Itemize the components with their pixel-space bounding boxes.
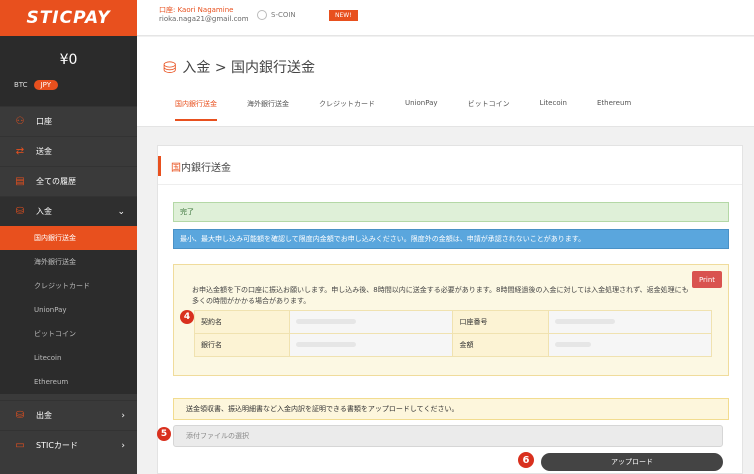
tab-domestic-bank[interactable]: 国内銀行送金 — [175, 99, 217, 121]
blurred-value — [554, 319, 615, 324]
sidebar-subitem-overseas-bank[interactable]: 海外銀行送金 — [0, 250, 137, 274]
card-icon: ▭ — [15, 440, 25, 451]
bank-label: 銀行名 — [193, 333, 291, 357]
currency-switch: BTC JPY — [14, 80, 58, 90]
file-select-input[interactable]: 添付ファイルの選択 — [173, 425, 723, 447]
account-no-value — [547, 310, 713, 334]
tab-bitcoin[interactable]: ビットコイン — [468, 99, 510, 121]
sidebar-item-label: 送金 — [36, 147, 52, 156]
sidebar-item-label: 出金 — [36, 411, 52, 420]
sticpay-logo[interactable]: STICPAY — [0, 0, 137, 36]
top-bar: 口座: Kaori Nagamine rioka.naga21@gmail.co… — [137, 0, 754, 36]
transfer-icon: ⇄ — [15, 146, 25, 157]
user-name: 口座: Kaori Nagamine — [159, 6, 234, 14]
holder-value — [289, 310, 454, 334]
chevron-down-icon: ⌄ — [117, 206, 125, 217]
currency-btc[interactable]: BTC — [14, 81, 28, 89]
step-6-badge: 6 — [518, 452, 534, 468]
bank-details-box: Print お申込金額を下の口座に振込お願いします。申し込み後、8時間以内に送金… — [173, 264, 729, 376]
page-header: ⛁ 入金 > 国内銀行送金 国内銀行送金 海外銀行送金 クレジットカード Uni… — [137, 37, 754, 127]
info-alert: 最小、最大申し込み可能額を確認して限度内金額でお申し込みください。限度外の金額は… — [173, 229, 729, 249]
upload-note: 送金領収書、振込明細書など入金内訳を証明できる書類をアップロードしてください。 — [173, 398, 729, 420]
withdraw-icon: ⛁ — [15, 410, 25, 421]
deposit-icon: ⛁ — [15, 206, 25, 217]
tab-overseas-bank[interactable]: 海外銀行送金 — [247, 99, 289, 121]
chevron-right-icon: › — [121, 440, 125, 451]
sidebar-item-label: STICカード — [36, 441, 78, 450]
table-row: 銀行名 金額 — [193, 333, 713, 357]
sidebar-item-stic-card[interactable]: ▭ STICカード › — [0, 430, 137, 460]
sidebar-item-history[interactable]: ▤ 全ての履歴 — [0, 166, 137, 196]
balance-panel: ¥0 — [0, 36, 137, 106]
sidebar-item-label: 全ての履歴 — [36, 177, 76, 186]
currency-jpy[interactable]: JPY — [33, 80, 58, 90]
panel-title: 国内銀行送金 — [158, 156, 231, 176]
holder-label: 契約名 — [193, 310, 291, 334]
tab-unionpay[interactable]: UnionPay — [405, 99, 438, 121]
blurred-value — [554, 342, 591, 347]
blurred-value — [296, 319, 357, 324]
table-row: 契約名 口座番号 — [193, 310, 713, 334]
sidebar-subitem-litecoin[interactable]: Litecoin — [0, 346, 137, 370]
tab-ethereum[interactable]: Ethereum — [597, 99, 631, 121]
sidebar: STICPAY ¥0 BTC JPY ⚇ 口座 ⇄ 送金 ▤ 全ての履歴 ⛁ 入… — [0, 0, 137, 474]
instructions-text: お申込金額を下の口座に振込お願いします。申し込み後、8時間以内に送金する必要があ… — [192, 286, 689, 305]
chevron-right-icon: › — [121, 410, 125, 421]
new-badge: NEW! — [329, 10, 358, 21]
balance-amount: ¥0 — [59, 52, 78, 68]
sidebar-item-label: 口座 — [36, 117, 52, 126]
scoin-label: S-COIN — [271, 11, 296, 19]
amount-value — [547, 333, 713, 357]
sidebar-subitem-bitcoin[interactable]: ビットコイン — [0, 322, 137, 346]
tab-credit-card[interactable]: クレジットカード — [319, 99, 375, 121]
deposit-panel: 国内銀行送金 完了 最小、最大申し込み可能額を確認して限度内金額でお申し込みくだ… — [157, 145, 743, 474]
upload-button[interactable]: アップロード — [541, 453, 723, 471]
blurred-value — [296, 342, 357, 347]
sidebar-subitem-credit-card[interactable]: クレジットカード — [0, 274, 137, 298]
print-button[interactable]: Print — [692, 271, 722, 288]
sidebar-subitem-ethereum[interactable]: Ethereum — [0, 370, 137, 394]
bank-icon: ⚇ — [15, 116, 25, 127]
page-title: ⛁ 入金 > 国内銀行送金 — [163, 57, 315, 77]
panel-title-first: 国 — [171, 162, 181, 174]
step-4-badge: 4 — [180, 310, 194, 324]
scoin-link[interactable]: S-COIN — [257, 10, 296, 20]
deposit-icon: ⛁ — [163, 57, 177, 77]
account-table: 契約名 口座番号 銀行名 金額 — [193, 310, 713, 357]
success-alert: 完了 — [173, 202, 729, 222]
history-icon: ▤ — [15, 176, 25, 187]
divider — [158, 184, 742, 185]
sidebar-subitem-unionpay[interactable]: UnionPay — [0, 298, 137, 322]
amount-label: 金額 — [452, 333, 549, 357]
tab-litecoin[interactable]: Litecoin — [540, 99, 567, 121]
sidebar-item-transfer[interactable]: ⇄ 送金 — [0, 136, 137, 166]
user-info: 口座: Kaori Nagamine rioka.naga21@gmail.co… — [159, 6, 249, 24]
sidebar-subitem-domestic-bank[interactable]: 国内銀行送金 — [0, 226, 137, 250]
sidebar-item-account[interactable]: ⚇ 口座 — [0, 106, 137, 136]
panel-title-rest: 内銀行送金 — [181, 162, 231, 174]
sidebar-item-deposit[interactable]: ⛁ 入金 ⌄ — [0, 196, 137, 226]
user-email: rioka.naga21@gmail.com — [159, 15, 249, 23]
sidebar-item-withdraw[interactable]: ⛁ 出金 › — [0, 400, 137, 430]
sidebar-item-label: 入金 — [36, 207, 52, 216]
step-5-badge: 5 — [157, 427, 171, 441]
account-no-label: 口座番号 — [452, 310, 549, 334]
scoin-icon — [257, 10, 267, 20]
page-title-text: 入金 > 国内銀行送金 — [182, 60, 316, 76]
bank-value — [289, 333, 454, 357]
deposit-tabs: 国内銀行送金 海外銀行送金 クレジットカード UnionPay ビットコイン L… — [175, 99, 661, 121]
